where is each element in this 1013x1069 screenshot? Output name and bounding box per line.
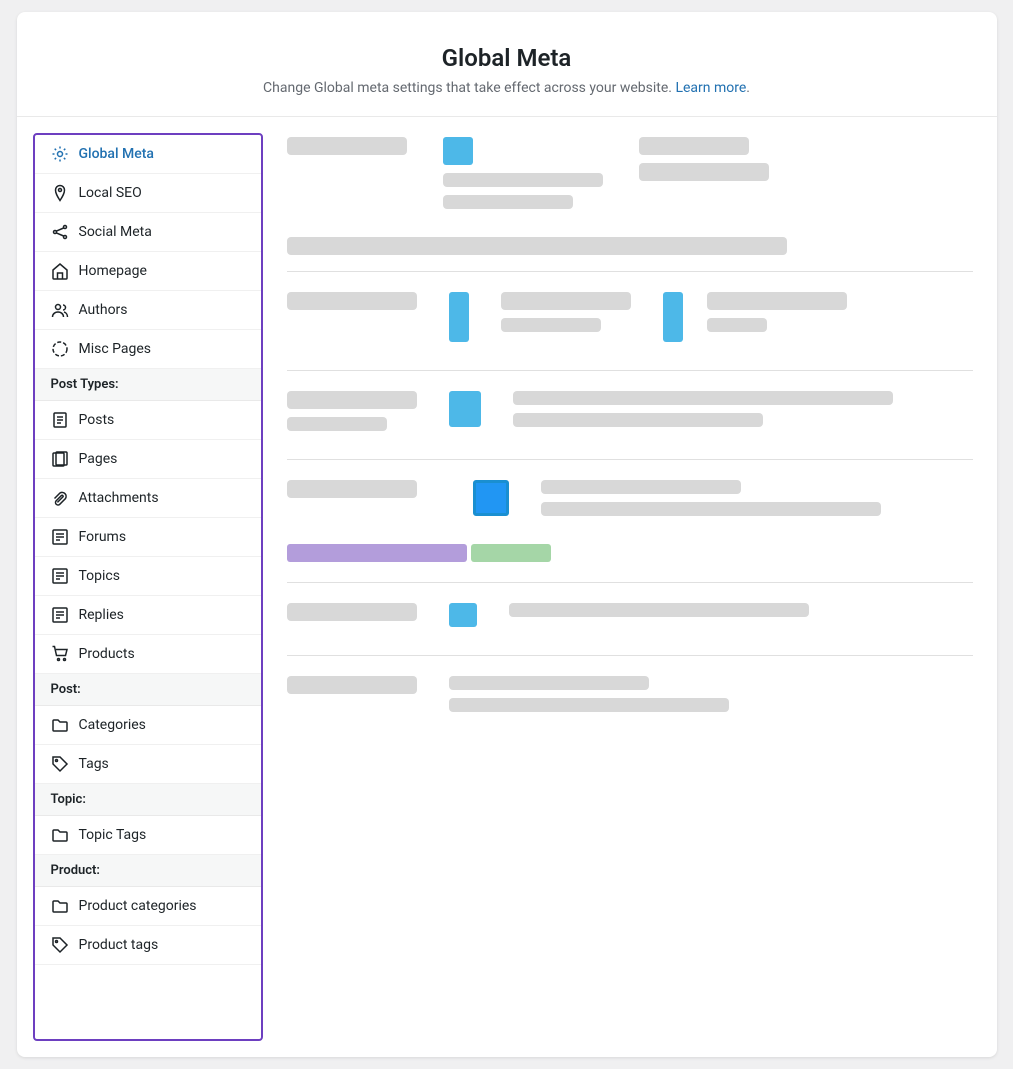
topic-tags-folder-icon <box>51 826 69 844</box>
page-header: Global Meta Change Global meta settings … <box>17 12 997 117</box>
people-icon <box>51 301 69 319</box>
content-row-6 <box>287 676 973 712</box>
sidebar-label-product-categories: Product categories <box>79 898 197 914</box>
main-content-area <box>263 117 997 1057</box>
divider-5 <box>287 655 973 656</box>
page-title: Global Meta <box>37 44 977 72</box>
location-icon <box>51 184 69 202</box>
sidebar-item-attachments[interactable]: Attachments <box>35 479 261 518</box>
sidebar-label-authors: Authors <box>79 302 128 318</box>
product-tag-icon <box>51 936 69 954</box>
content-row-1 <box>287 137 973 209</box>
folder-icon <box>51 716 69 734</box>
divider-1 <box>287 271 973 272</box>
cart-icon <box>51 645 69 663</box>
sidebar-label-posts: Posts <box>79 412 115 428</box>
sidebar-label-replies: Replies <box>79 607 124 623</box>
section-label-post: Post: <box>35 674 261 706</box>
sidebar-label-pages: Pages <box>79 451 118 467</box>
attachment-icon <box>51 489 69 507</box>
document-icon <box>51 411 69 429</box>
sidebar-label-homepage: Homepage <box>79 263 147 279</box>
sidebar-item-product-tags[interactable]: Product tags <box>35 926 261 965</box>
content-area: Global Meta Local SEO <box>17 117 997 1057</box>
sidebar-label-products: Products <box>79 646 135 662</box>
sidebar-item-social-meta[interactable]: Social Meta <box>35 213 261 252</box>
sidebar-label-topics: Topics <box>79 568 120 584</box>
section-label-post-types: Post Types: <box>35 369 261 401</box>
content-row-4 <box>287 480 973 516</box>
gear-icon <box>51 145 69 163</box>
divider-3 <box>287 459 973 460</box>
divider-2 <box>287 370 973 371</box>
sidebar-item-pages[interactable]: Pages <box>35 440 261 479</box>
sidebar-item-global-meta[interactable]: Global Meta <box>35 135 261 174</box>
tag-icon <box>51 755 69 773</box>
sidebar-label-attachments: Attachments <box>79 490 159 506</box>
section-label-product: Product: <box>35 855 261 887</box>
replies-icon <box>51 606 69 624</box>
sidebar-item-replies[interactable]: Replies <box>35 596 261 635</box>
sidebar-label-categories: Categories <box>79 717 146 733</box>
sidebar-label-tags: Tags <box>79 756 109 772</box>
sidebar-label-social-meta: Social Meta <box>79 224 152 240</box>
page-description: Change Global meta settings that take ef… <box>37 80 977 96</box>
forums-icon <box>51 528 69 546</box>
sidebar-item-topics[interactable]: Topics <box>35 557 261 596</box>
content-row-2 <box>287 292 973 342</box>
content-row-3 <box>287 391 973 431</box>
learn-more-link[interactable]: Learn more <box>675 80 746 96</box>
topics-icon <box>51 567 69 585</box>
sidebar-label-forums: Forums <box>79 529 127 545</box>
sidebar-item-local-seo[interactable]: Local SEO <box>35 174 261 213</box>
divider-4 <box>287 582 973 583</box>
sidebar-item-posts[interactable]: Posts <box>35 401 261 440</box>
sidebar-item-categories[interactable]: Categories <box>35 706 261 745</box>
sidebar-label-topic-tags: Topic Tags <box>79 827 147 843</box>
sidebar-item-forums[interactable]: Forums <box>35 518 261 557</box>
circle-dash-icon <box>51 340 69 358</box>
sidebar-item-topic-tags[interactable]: Topic Tags <box>35 816 261 855</box>
main-container: Global Meta Change Global meta settings … <box>17 12 997 1057</box>
share-icon <box>51 223 69 241</box>
sidebar-label-global-meta: Global Meta <box>79 146 154 162</box>
content-row-1b <box>287 237 973 255</box>
home-icon <box>51 262 69 280</box>
sidebar-item-authors[interactable]: Authors <box>35 291 261 330</box>
section-label-topic: Topic: <box>35 784 261 816</box>
sidebar-label-product-tags: Product tags <box>79 937 159 953</box>
sidebar-item-tags[interactable]: Tags <box>35 745 261 784</box>
content-row-4b <box>287 544 973 562</box>
sidebar-label-local-seo: Local SEO <box>79 185 142 201</box>
pages-icon <box>51 450 69 468</box>
sidebar: Global Meta Local SEO <box>33 133 263 1041</box>
sidebar-item-products[interactable]: Products <box>35 635 261 674</box>
sidebar-item-homepage[interactable]: Homepage <box>35 252 261 291</box>
content-row-5 <box>287 603 973 627</box>
sidebar-label-misc-pages: Misc Pages <box>79 341 152 357</box>
sidebar-item-misc-pages[interactable]: Misc Pages <box>35 330 261 369</box>
sidebar-item-product-categories[interactable]: Product categories <box>35 887 261 926</box>
product-categories-folder-icon <box>51 897 69 915</box>
